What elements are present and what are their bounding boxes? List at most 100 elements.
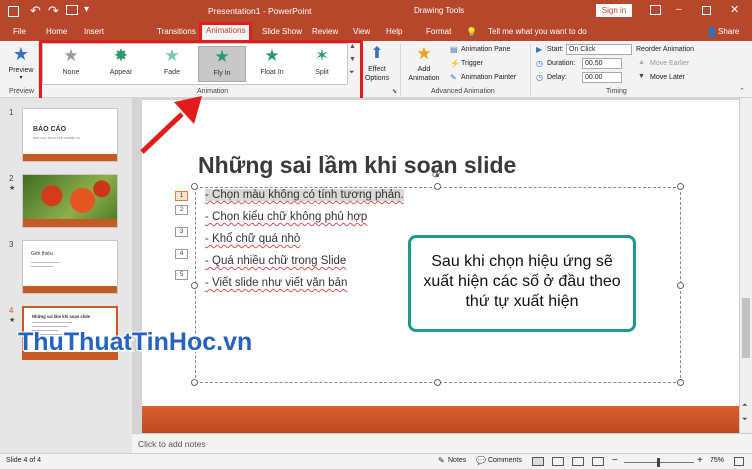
tell-me-search[interactable]: Tell me what you want to do — [488, 27, 587, 36]
save-icon[interactable] — [8, 6, 19, 17]
resize-handle[interactable] — [191, 183, 198, 190]
tab-review[interactable]: Review — [312, 27, 338, 36]
watermark-logo: ThuThuatTinHoc.vn — [18, 328, 253, 356]
vertical-scrollbar[interactable]: ⏶ ⏷ — [739, 98, 752, 433]
tab-format[interactable]: Format — [426, 27, 451, 36]
delay-field[interactable]: 00.00 — [582, 72, 622, 83]
next-slide-icon[interactable]: ⏷ — [742, 416, 748, 424]
rotate-handle-icon[interactable]: ⟳ — [432, 170, 440, 181]
bullet-item[interactable]: - Viết slide như viết văn bản — [205, 277, 347, 289]
start-select[interactable]: On Click — [566, 44, 632, 55]
resize-handle[interactable] — [677, 183, 684, 190]
share-button[interactable]: Share — [718, 27, 739, 36]
slide-title[interactable]: Những sai lầm khi soạn slide — [198, 152, 516, 179]
tab-home[interactable]: Home — [46, 27, 67, 36]
slide-thumbnail-3[interactable]: Giới thiệu — [22, 240, 118, 294]
sign-in-button[interactable]: Sign in — [596, 4, 632, 17]
animation-painter-button[interactable]: Animation Painter — [461, 74, 516, 81]
duration-field[interactable]: 00.50 — [582, 58, 622, 69]
bullet-item[interactable]: - Quá nhiều chữ trong Slide — [205, 255, 346, 267]
redo-icon[interactable]: ↷ — [48, 3, 59, 19]
ribbon-display-options-icon[interactable] — [650, 5, 661, 15]
normal-view-icon[interactable] — [532, 457, 544, 466]
collapse-ribbon-icon[interactable]: ⌃ — [739, 87, 745, 95]
start-from-beginning-icon[interactable] — [66, 5, 78, 15]
slide-thumbnail-panel: 1 BÁO CÁO BÁO CÁO THỰC TẬP NGHIỆP VỤ 2 ★… — [0, 98, 132, 455]
preview-button[interactable]: ★ Preview ▾ — [6, 45, 36, 83]
preview-star-icon: ★ — [12, 44, 30, 64]
resize-handle[interactable] — [677, 379, 684, 386]
thumb-1-title: BÁO CÁO — [33, 126, 67, 133]
maximize-icon[interactable] — [702, 6, 711, 15]
bullet-item[interactable]: - Chọn kiểu chữ không phủ hợp — [205, 211, 367, 223]
animation-order-number[interactable]: 1 — [175, 191, 188, 201]
preview-group-label: Preview — [9, 88, 34, 95]
annotation-callout: Sau khi chọn hiệu ứng sẽ xuất hiện các s… — [408, 235, 636, 332]
tab-view[interactable]: View — [353, 27, 370, 36]
animation-indicator-icon: ★ — [9, 317, 16, 324]
add-animation-button[interactable]: ★ Add Animation — [404, 45, 444, 87]
slide-footer-band — [142, 406, 740, 435]
resize-handle[interactable] — [677, 282, 684, 289]
slide-sorter-icon[interactable] — [552, 457, 564, 466]
zoom-in-icon[interactable]: + — [697, 455, 703, 466]
comments-button[interactable]: Comments — [488, 457, 522, 464]
notes-placeholder[interactable]: Click to add notes — [138, 439, 206, 449]
add-animation-star-icon: ★ — [416, 44, 432, 63]
effect-options-button[interactable]: ⬆ Effect Options — [362, 45, 392, 87]
tab-help[interactable]: Help — [386, 27, 402, 36]
start-label: Start: — [547, 46, 564, 53]
share-icon[interactable]: 👤 — [706, 27, 717, 38]
move-earlier-icon: ▲ — [638, 59, 645, 66]
customize-toolbar-icon[interactable]: ▾ — [84, 4, 89, 15]
slide-number: 4 — [9, 306, 14, 315]
animation-order-number[interactable]: 2 — [175, 205, 188, 215]
move-later-icon: ▼ — [638, 73, 645, 80]
zoom-level[interactable]: 75% — [710, 457, 724, 464]
zoom-out-icon[interactable]: − — [612, 455, 618, 466]
undo-icon[interactable]: ↶ — [30, 3, 41, 19]
slideshow-view-icon[interactable] — [592, 457, 604, 466]
reorder-animation-title: Reorder Animation — [636, 46, 694, 53]
bullet-item[interactable]: - Chọn màu không có tính tương phản. — [205, 189, 404, 201]
effect-options-label: Effect Options — [364, 66, 390, 82]
animation-painter-icon: ✎ — [450, 73, 457, 82]
resize-handle[interactable] — [434, 379, 441, 386]
animation-order-number[interactable]: 4 — [175, 249, 188, 259]
tab-file[interactable]: File — [13, 27, 26, 36]
fit-to-window-icon[interactable] — [734, 457, 744, 466]
resize-handle[interactable] — [191, 282, 198, 289]
close-icon[interactable]: ✕ — [730, 3, 739, 16]
tab-insert[interactable]: Insert — [84, 27, 104, 36]
trigger-icon: ⚡ — [450, 59, 460, 68]
animation-order-number[interactable]: 3 — [175, 227, 188, 237]
slide-thumbnail-2[interactable] — [22, 174, 118, 228]
tab-slide-show[interactable]: Slide Show — [262, 27, 302, 36]
notes-pane[interactable]: Click to add notes — [132, 433, 752, 453]
tab-transitions[interactable]: Transitions — [157, 27, 196, 36]
slide-thumbnail-1[interactable]: BÁO CÁO BÁO CÁO THỰC TẬP NGHIỆP VỤ — [22, 108, 118, 162]
animation-order-number[interactable]: 5 — [175, 270, 188, 280]
resize-handle[interactable] — [434, 183, 441, 190]
scroll-thumb[interactable] — [742, 298, 750, 358]
duration-label: Duration: — [547, 60, 576, 67]
previous-slide-icon[interactable]: ⏶ — [742, 402, 748, 410]
zoom-slider[interactable] — [624, 458, 694, 467]
notes-button[interactable]: Notes — [448, 457, 466, 464]
slide-number: 2 — [9, 174, 14, 183]
minimize-icon[interactable]: – — [676, 4, 682, 15]
move-later-button[interactable]: Move Later — [650, 74, 685, 81]
zoom-slider-thumb[interactable] — [657, 458, 660, 467]
trigger-button[interactable]: Trigger — [461, 60, 483, 67]
resize-handle[interactable] — [191, 379, 198, 386]
dialog-launcher-icon[interactable]: ⬊ — [392, 88, 397, 95]
move-earlier-button[interactable]: Move Earlier — [650, 60, 689, 67]
add-animation-label: Add Animation — [408, 66, 440, 82]
reading-view-icon[interactable] — [572, 457, 584, 466]
animation-pane-button[interactable]: Animation Pane — [461, 46, 510, 53]
status-bar: Slide 4 of 4 ✎ Notes 💬 Comments − + 75% — [0, 453, 752, 469]
bullet-item[interactable]: - Khổ chữ quá nhỏ — [205, 233, 300, 245]
advanced-animation-group-label: Advanced Animation — [431, 88, 495, 95]
delay-label: Delay: — [547, 74, 567, 81]
animation-pane-icon: ▤ — [450, 45, 458, 54]
